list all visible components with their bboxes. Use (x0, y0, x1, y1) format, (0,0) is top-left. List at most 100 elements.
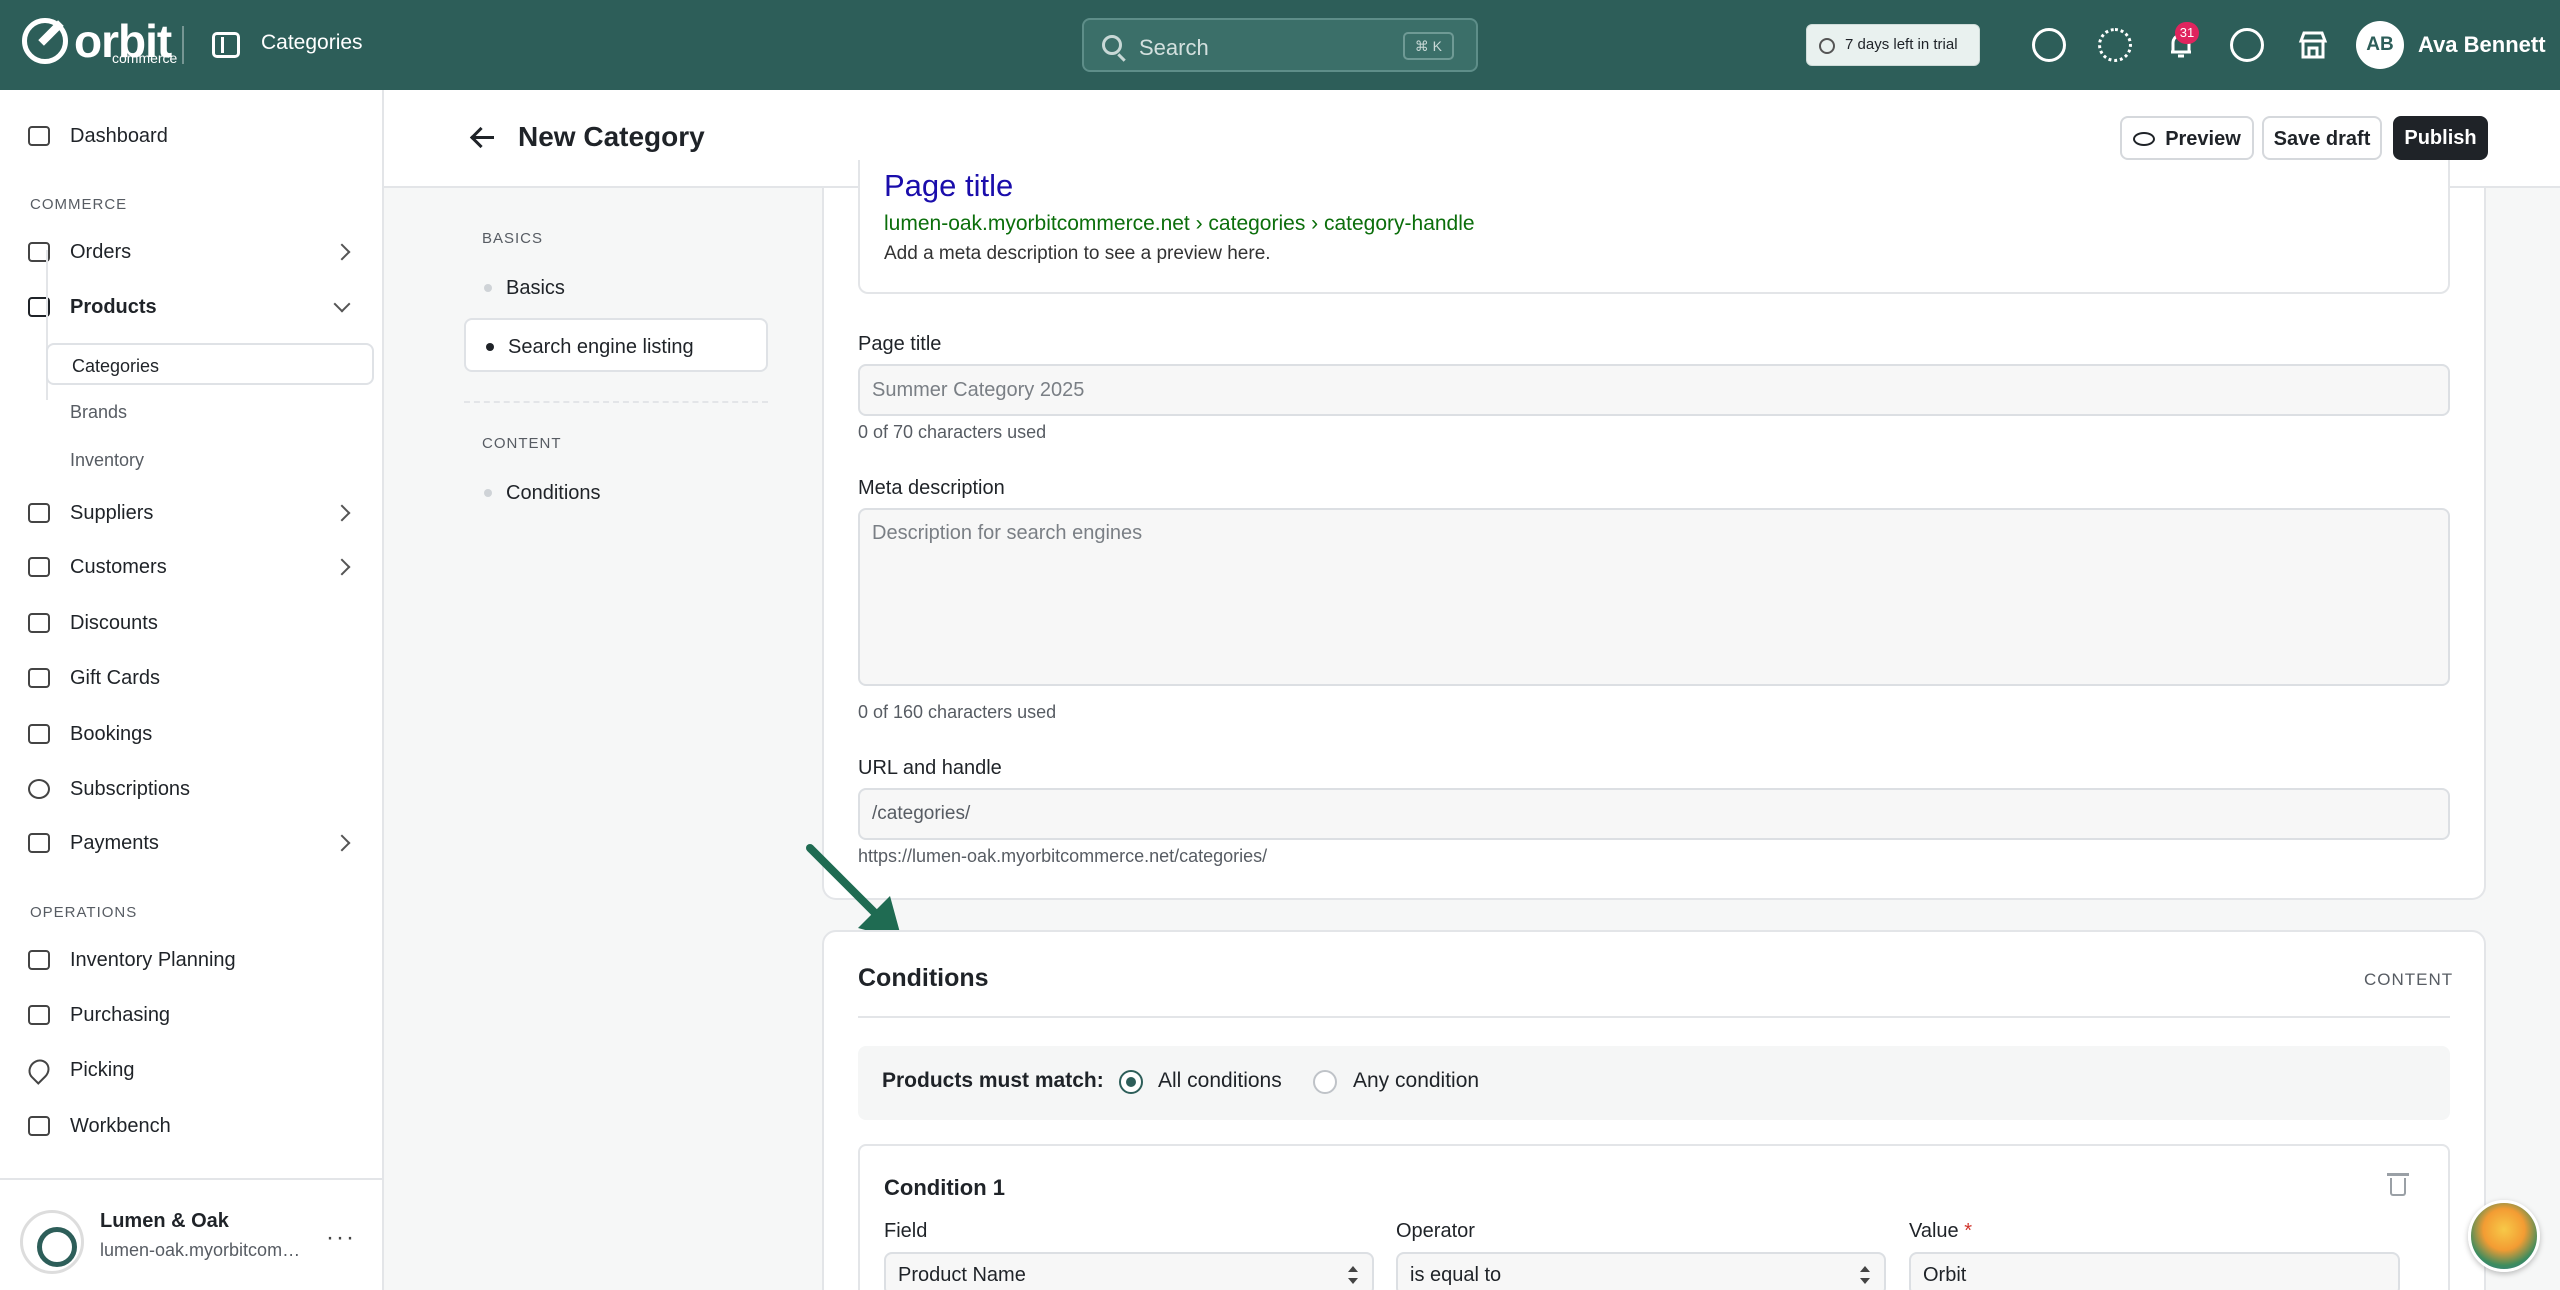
sidebar-item-purchasing[interactable]: Purchasing (28, 997, 170, 1033)
sidebar-item-payments[interactable]: Payments (28, 825, 159, 861)
toc-item-basics[interactable]: Basics (464, 261, 768, 315)
trash-icon[interactable] (2387, 1173, 2409, 1196)
conditions-divider (858, 1016, 2450, 1018)
clock-icon (1819, 38, 1835, 54)
sidebar-item-suppliers[interactable]: Suppliers (28, 495, 153, 531)
toc-dot (484, 489, 492, 497)
feedback-icon[interactable] (2032, 28, 2066, 62)
refresh-icon (28, 779, 50, 799)
url-handle-label: URL and handle (858, 757, 1002, 779)
sidebar-item-categories[interactable]: Categories (46, 343, 374, 385)
condition-1-title: Condition 1 (884, 1175, 1005, 1200)
field-select[interactable]: Product Name (884, 1252, 1374, 1290)
sidebar-item-workbench[interactable]: Workbench (28, 1108, 171, 1144)
store-icon[interactable] (2296, 28, 2330, 62)
page-title-label: Page title (858, 333, 942, 355)
url-handle-help: https://lumen-oak.myorbitcommerce.net/ca… (858, 846, 1268, 866)
search-preview-title: Page title (884, 168, 1014, 203)
toc-section-content: CONTENT (482, 435, 562, 452)
sidebar-item-label: Discounts (70, 611, 158, 634)
search-preview-url: lumen-oak.myorbitcommerce.net › categori… (884, 212, 1475, 235)
field-select-value: Product Name (898, 1264, 1026, 1286)
eye-icon (2133, 132, 2156, 146)
meta-description-label: Meta description (858, 477, 1005, 499)
user-name[interactable]: Ava Bennett (2418, 32, 2546, 58)
store-logo-icon (20, 1210, 84, 1274)
sidebar-item-customers[interactable]: Customers (28, 549, 167, 585)
preview-button[interactable]: Preview (2120, 116, 2254, 160)
orbit-logo-icon (22, 18, 68, 64)
radio-all-conditions-label[interactable]: All conditions (1158, 1069, 1282, 1093)
page-title-help: 0 of 70 characters used (858, 422, 1047, 442)
sidebar-item-subscriptions[interactable]: Subscriptions (28, 771, 190, 807)
search-shortcut: ⌘ K (1402, 32, 1454, 60)
value-input[interactable]: Orbit (1909, 1252, 2400, 1290)
gift-icon (28, 668, 50, 688)
theme-sun-icon[interactable] (2098, 28, 2132, 62)
dashboard-icon (28, 126, 50, 146)
sidebar-section-operations: OPERATIONS (30, 904, 138, 921)
preview-label: Preview (2165, 128, 2241, 150)
sidebar-item-orders[interactable]: Orders (28, 234, 131, 270)
sidebar-section-commerce: COMMERCE (30, 196, 128, 213)
store-switcher[interactable]: Lumen & Oak lumen-oak.myorbitcommerce.ne… (0, 1178, 384, 1290)
sidebar-item-label: Products (70, 295, 157, 318)
sidebar-item-label: Purchasing (70, 1003, 171, 1026)
toc-item-search-engine-listing[interactable]: Search engine listing (464, 318, 768, 372)
trial-text: 7 days left in trial (1845, 36, 1958, 53)
sidebar-item-label: Inventory Planning (70, 948, 236, 971)
meta-description-help: 0 of 160 characters used (858, 702, 1057, 722)
operator-select-value: is equal to (1410, 1264, 1502, 1286)
topbar-title: Categories (261, 31, 363, 54)
sidebar-item-label: Bookings (70, 722, 153, 745)
radio-any-condition-label[interactable]: Any condition (1353, 1069, 1479, 1093)
required-mark: * (1964, 1220, 1973, 1242)
store-url: lumen-oak.myorbitcommerce.net (100, 1240, 305, 1260)
discount-tag-icon (28, 613, 50, 633)
workbench-icon (28, 1116, 50, 1136)
sidebar-item-inventory[interactable]: Inventory (46, 439, 374, 481)
sidebar-item-dashboard[interactable]: Dashboard (28, 118, 168, 154)
sidebar-item-label: Subscriptions (70, 777, 191, 800)
radio-all-conditions[interactable] (1119, 1070, 1143, 1094)
search-input[interactable]: Search ⌘ K (1082, 18, 1478, 72)
toc-item-label: Search engine listing (508, 336, 694, 358)
value-label: Value * (1909, 1220, 1972, 1243)
url-handle-input[interactable]: /categories/ (858, 788, 2450, 840)
sidebar-item-gift-cards[interactable]: Gift Cards (28, 660, 160, 696)
publish-button[interactable]: Publish (2393, 116, 2488, 160)
suppliers-icon (28, 503, 50, 523)
toc-dot (486, 343, 494, 351)
sidebar-toggle-icon[interactable] (212, 32, 240, 58)
toc-item-conditions[interactable]: Conditions (464, 466, 768, 520)
assistant-avatar[interactable] (2468, 1200, 2540, 1272)
select-arrows-icon (1860, 1266, 1870, 1284)
select-arrows-icon (1348, 1266, 1358, 1284)
save-draft-button[interactable]: Save draft (2262, 116, 2382, 160)
help-icon[interactable] (2230, 28, 2264, 62)
search-preview-description: Add a meta description to see a preview … (884, 243, 1271, 264)
match-label: Products must match: (882, 1069, 1104, 1092)
sidebar-item-bookings[interactable]: Bookings (28, 716, 152, 752)
toc-dot (484, 284, 492, 292)
conditions-section-tag: CONTENT (2364, 970, 2454, 989)
topbar-divider (182, 26, 184, 64)
sidebar-item-discounts[interactable]: Discounts (28, 605, 158, 641)
meta-description-textarea[interactable]: Description for search engines (858, 508, 2450, 686)
operator-select[interactable]: is equal to (1396, 1252, 1886, 1290)
sidebar-item-label: Customers (70, 555, 167, 578)
sidebar-item-label: Orders (70, 240, 132, 263)
sidebar-item-label: Picking (70, 1058, 135, 1081)
sidebar-item-brands[interactable]: Brands (46, 391, 374, 433)
calendar-icon (28, 724, 50, 744)
trial-badge[interactable]: 7 days left in trial (1806, 24, 1980, 66)
shopping-bag-icon (28, 1005, 50, 1025)
page-title-input[interactable]: Summer Category 2025 (858, 364, 2450, 416)
more-icon[interactable]: ··· (326, 1224, 356, 1252)
back-arrow-icon[interactable] (470, 125, 494, 149)
avatar[interactable]: AB (2356, 21, 2404, 69)
notification-badge: 31 (2175, 22, 2199, 44)
radio-any-condition[interactable] (1313, 1070, 1337, 1094)
sidebar-item-picking[interactable]: Picking (24, 1052, 135, 1088)
sidebar-item-inventory-planning[interactable]: Inventory Planning (28, 942, 236, 978)
